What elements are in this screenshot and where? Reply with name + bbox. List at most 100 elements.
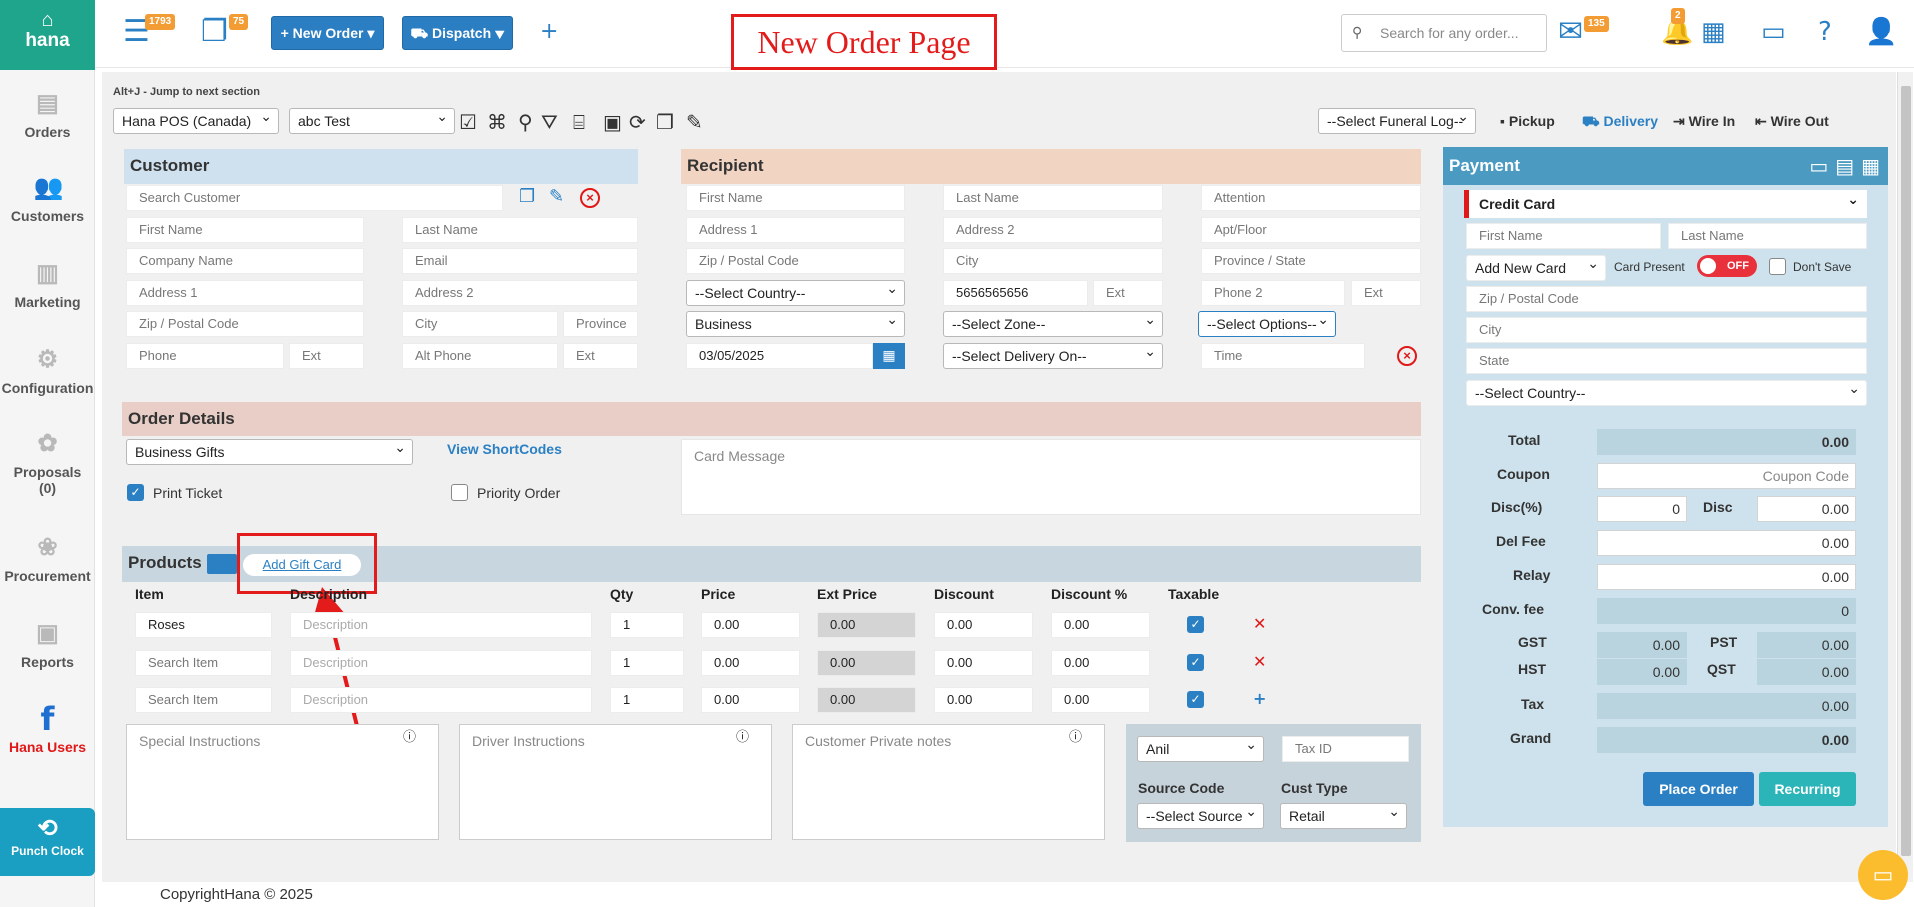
add-icon[interactable]: + [540, 14, 558, 50]
info-icon[interactable]: ⓘ [403, 726, 416, 745]
recipient-last-name[interactable]: Last Name [943, 185, 1163, 211]
funeral-log-select[interactable]: --Select Funeral Log-- [1318, 108, 1476, 134]
discount-pct-input[interactable]: 0.00 [1051, 687, 1150, 713]
recipient-phone2-ext[interactable]: Ext [1351, 280, 1421, 306]
recipient-zip[interactable]: Zip / Postal Code [686, 248, 905, 274]
customer-phone[interactable]: Phone [126, 343, 284, 369]
discount-input[interactable]: 0.00 [934, 650, 1033, 676]
map-pin-icon[interactable]: ⚲ [518, 110, 533, 134]
customer-phone-ext[interactable]: Ext [289, 343, 364, 369]
sidebar-item-hana-users[interactable]: f Hana Users [0, 703, 95, 755]
discount-pct-input[interactable]: 0.00 [1051, 650, 1150, 676]
driver-instructions-input[interactable]: Driver Instructions [459, 724, 772, 840]
pages-icon[interactable]: ❐ [201, 14, 228, 50]
recipient-city[interactable]: City [943, 248, 1163, 274]
coupon-input[interactable]: Coupon Code [1597, 463, 1856, 489]
calendar-icon[interactable]: ▦ [1701, 14, 1726, 50]
description-input[interactable]: Description [290, 612, 592, 638]
sidebar-item-configuration[interactable]: ⚙ Configuration [0, 346, 95, 396]
sidebar-item-customers[interactable]: 👥 Customers [0, 174, 95, 224]
card-first-name[interactable]: First Name [1466, 223, 1661, 249]
clear-customer-icon[interactable]: × [580, 188, 600, 208]
price-input[interactable]: 0.00 [701, 687, 800, 713]
discount-input[interactable]: 0.00 [934, 612, 1033, 638]
card-city-input[interactable]: City [1466, 317, 1867, 343]
wrench-icon[interactable]: ✎ [686, 110, 703, 134]
sidebar-item-marketing[interactable]: ▥ Marketing [0, 260, 95, 310]
customer-address1[interactable]: Address 1 [126, 280, 364, 306]
payment-method-icons[interactable]: ▭ ▤ ▦ [1809, 147, 1880, 185]
tax-id-input[interactable]: Tax ID [1282, 736, 1409, 762]
source-code-select[interactable]: --Select Source [1137, 803, 1264, 829]
customer-city[interactable]: City [402, 311, 558, 337]
user-icon[interactable]: 👤 [1865, 14, 1897, 50]
card-zip-input[interactable]: Zip / Postal Code [1466, 286, 1867, 312]
tags-icon[interactable]: ⌘ [487, 110, 507, 134]
add-row-icon[interactable]: + [1253, 689, 1266, 708]
dont-save-checkbox[interactable] [1769, 258, 1786, 275]
card-country-select[interactable]: --Select Country-- [1466, 380, 1867, 406]
recipient-phone-ext[interactable]: Ext [1093, 280, 1163, 306]
disc-pct-input[interactable]: 0 [1597, 496, 1687, 522]
zone-select[interactable]: --Select Zone-- [943, 311, 1163, 337]
sidebar-item-procurement[interactable]: ❀ Procurement [0, 534, 95, 584]
recipient-phone2[interactable]: Phone 2 [1201, 280, 1345, 306]
calendar-icon[interactable]: ▦ [873, 343, 905, 369]
description-input[interactable]: Description [290, 650, 592, 676]
item-input[interactable]: Search Item [135, 687, 272, 713]
place-order-button[interactable]: Place Order [1643, 772, 1754, 806]
qty-input[interactable]: 1 [610, 650, 684, 676]
copy-icon[interactable]: ❐ [656, 110, 674, 134]
card-select[interactable]: Add New Card [1466, 255, 1606, 281]
cust-type-select[interactable]: Retail [1280, 803, 1407, 829]
remove-row-icon[interactable]: ✕ [1253, 614, 1266, 633]
disc-input[interactable]: 0.00 [1757, 496, 1856, 522]
private-notes-input[interactable]: Customer Private notes [792, 724, 1105, 840]
delivery-option[interactable]: ⛟ Delivery [1582, 113, 1658, 132]
salesperson-select[interactable]: Anil [1137, 736, 1264, 762]
info-icon[interactable]: ⓘ [1069, 726, 1082, 745]
delivery-on-select[interactable]: --Select Delivery On-- [943, 343, 1163, 369]
discount-input[interactable]: 0.00 [934, 687, 1033, 713]
customer-province[interactable]: Province [563, 311, 638, 337]
edit-customer-icon[interactable]: ✎ [549, 186, 564, 207]
recipient-country-select[interactable]: --Select Country-- [686, 280, 905, 306]
taxable-checkbox[interactable]: ✓ [1187, 616, 1204, 633]
card-message-input[interactable]: Card Message [681, 439, 1421, 515]
clear-recipient-icon[interactable]: × [1397, 346, 1417, 366]
road-icon[interactable]: ⛛ [541, 110, 558, 134]
customer-search-input[interactable]: Search Customer [126, 185, 503, 211]
check-icon[interactable]: ☑ [459, 110, 477, 134]
mail-icon[interactable]: ✉ [1558, 14, 1583, 50]
sidebar-item-proposals[interactable]: ✿ Proposals (0) [0, 430, 95, 496]
refresh-icon[interactable]: ⟳ [629, 110, 646, 134]
wire-out-option[interactable]: ⇤ Wire Out [1755, 113, 1829, 130]
card-state-input[interactable]: State [1466, 348, 1867, 374]
punch-clock-button[interactable]: ⟲ Punch Clock [0, 808, 95, 876]
discount-pct-input[interactable]: 0.00 [1051, 612, 1150, 638]
taxable-checkbox[interactable]: ✓ [1187, 691, 1204, 708]
occasion-select[interactable]: Business Gifts [126, 439, 413, 465]
store-select[interactable]: Hana POS (Canada) [113, 108, 279, 134]
payment-method-select[interactable]: Credit Card ⌄ [1464, 190, 1867, 218]
save-icon[interactable]: ▣ [603, 110, 622, 134]
help-icon[interactable]: ? [1818, 14, 1832, 50]
description-input[interactable]: Description [290, 687, 592, 713]
scrollbar-thumb[interactable] [1901, 86, 1911, 856]
recipient-first-name[interactable]: First Name [686, 185, 905, 211]
pickup-option[interactable]: ▪ Pickup [1500, 113, 1555, 129]
customer-address2[interactable]: Address 2 [402, 280, 638, 306]
price-input[interactable]: 0.00 [701, 650, 800, 676]
scrollbar[interactable] [1897, 72, 1913, 882]
logo[interactable]: ⌂ hana [0, 0, 95, 70]
options-select[interactable]: --Select Options-- [1198, 311, 1336, 337]
customer-email[interactable]: Email [402, 248, 638, 274]
priority-order-checkbox[interactable] [451, 484, 468, 501]
recipient-attention[interactable]: Attention [1201, 185, 1421, 211]
item-input[interactable]: Roses [135, 612, 272, 638]
relay-input[interactable]: 0.00 [1597, 564, 1856, 590]
recipient-province[interactable]: Province / State [1201, 248, 1421, 274]
print-ticket-checkbox[interactable]: ✓ [127, 484, 144, 501]
card-last-name[interactable]: Last Name [1668, 223, 1867, 249]
chat-icon[interactable]: ▭ [1858, 850, 1908, 900]
